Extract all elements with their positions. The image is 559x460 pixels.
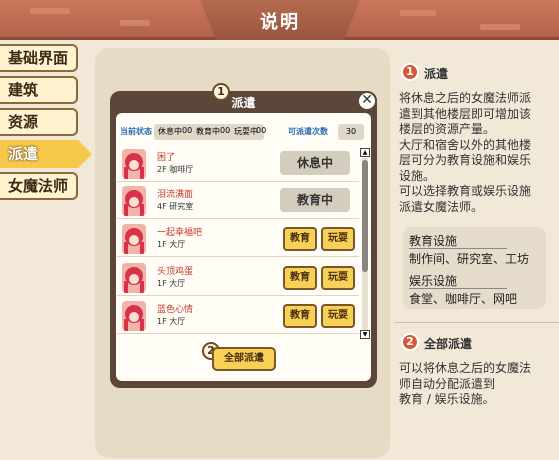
status-educating-count: 00 bbox=[220, 126, 231, 135]
list-item: 泪流满面 4F 研究室 教育中 bbox=[117, 183, 359, 219]
status-resting-button[interactable]: 休息中 bbox=[280, 151, 350, 175]
callout-badge-1: 1 bbox=[212, 83, 230, 101]
room-label: 大厅 bbox=[169, 317, 186, 326]
status-resting-label: 休息中 bbox=[158, 127, 182, 136]
floor-label: 1F bbox=[157, 279, 167, 288]
scroll-down-icon[interactable]: ▼ bbox=[360, 330, 370, 339]
sorceress-name: 一起幸福吧 bbox=[157, 228, 203, 238]
sidebar-item-building[interactable]: 建筑 bbox=[0, 76, 78, 104]
avatar bbox=[122, 263, 146, 293]
header-bar: 说明 bbox=[0, 0, 559, 40]
text-line: 楼层的资源产量。 bbox=[399, 122, 496, 136]
current-status-label: 当前状态 bbox=[120, 127, 152, 136]
avatar bbox=[122, 186, 146, 216]
sidebar-item-dispatch[interactable]: 派遣 bbox=[0, 140, 92, 168]
sorceress-location: 4F 研究室 bbox=[157, 201, 193, 212]
floor-label: 4F bbox=[157, 202, 167, 211]
dispatch-count-label: 可派遣次数 bbox=[288, 127, 328, 136]
text-line: 大厅和宿舍以外的其他楼 bbox=[399, 137, 532, 152]
divider bbox=[409, 248, 507, 249]
status-summary: 当前状态 休息中 00 教育中 00 玩耍中 00 可派遣次数 30 bbox=[118, 124, 368, 140]
educate-button[interactable]: 教育 bbox=[283, 227, 317, 251]
section-badge-1: 1 bbox=[401, 63, 419, 81]
text-line: 教育 / 娱乐设施。 bbox=[399, 392, 495, 406]
avatar bbox=[122, 301, 146, 331]
entertainment-facility-list: 食堂、咖啡厅、网吧 bbox=[409, 292, 518, 306]
sorceress-location: 1F 大厅 bbox=[157, 239, 185, 250]
list-item: 一起幸福吧 1F 大厅 教育 玩耍 bbox=[117, 221, 359, 257]
section-title-deploy-all: 全部派遣 bbox=[424, 337, 473, 351]
close-icon[interactable]: ✕ bbox=[357, 91, 377, 111]
floor-label: 2F bbox=[157, 165, 167, 174]
room-label: 大厅 bbox=[169, 279, 186, 288]
sorceress-location: 2F 咖啡厅 bbox=[157, 164, 193, 175]
room-label: 研究室 bbox=[169, 202, 194, 211]
status-educating-button[interactable]: 教育中 bbox=[280, 188, 350, 212]
status-resting-count: 00 bbox=[182, 126, 193, 135]
sidebar: 基础界面 建筑 资源 派遣 女魔法师 bbox=[0, 40, 92, 460]
text-line: 将休息之后的女魔法师派 bbox=[399, 91, 532, 105]
page-title: 说明 bbox=[260, 12, 300, 33]
facility-info-box: 教育设施 制作间、研究室、工坊 娱乐设施 食堂、咖啡厅、网吧 bbox=[403, 227, 546, 309]
sidebar-item-resources[interactable]: 资源 bbox=[0, 108, 78, 136]
text-line: 师自动分配派遣到 bbox=[399, 376, 496, 391]
text-line: 派遣女魔法师。 bbox=[399, 199, 484, 214]
sorceress-list: 困了 2F 咖啡厅 休息中 泪流满面 4F 研究室 教育中 一起幸福吧 1F 大… bbox=[117, 143, 359, 338]
education-facility-list: 制作间、研究室、工坊 bbox=[409, 252, 530, 266]
list-item: 蓝色心情 1F 大厅 教育 玩耍 bbox=[117, 298, 359, 334]
scroll-up-icon[interactable]: ▲ bbox=[360, 148, 370, 157]
avatar bbox=[122, 224, 146, 254]
status-playing-count: 00 bbox=[256, 126, 267, 135]
sorceress-name: 困了 bbox=[157, 153, 176, 163]
brick-decoration bbox=[120, 20, 150, 26]
education-facility-title: 教育设施 bbox=[409, 234, 458, 248]
list-item: 头顶鸡蛋 1F 大厅 教育 玩耍 bbox=[117, 260, 359, 296]
status-playing-label: 玩耍中 bbox=[234, 127, 258, 136]
section-badge-2: 2 bbox=[401, 333, 419, 351]
status-educating-label: 教育中 bbox=[196, 127, 220, 136]
sorceress-name: 头顶鸡蛋 bbox=[157, 267, 194, 277]
deploy-all-button[interactable]: 全部派遣 bbox=[212, 347, 276, 371]
sorceress-name: 蓝色心情 bbox=[157, 305, 194, 315]
scroll-thumb[interactable] bbox=[362, 160, 368, 272]
room-label: 咖啡厅 bbox=[169, 165, 194, 174]
text-line: 遣到其他楼层即可增加该 bbox=[399, 106, 532, 121]
section-divider bbox=[395, 322, 559, 323]
brick-decoration bbox=[400, 10, 436, 16]
play-button[interactable]: 玩耍 bbox=[321, 227, 355, 251]
educate-button[interactable]: 教育 bbox=[283, 304, 317, 328]
divider bbox=[409, 288, 507, 289]
sorceress-location: 1F 大厅 bbox=[157, 316, 185, 327]
play-button[interactable]: 玩耍 bbox=[321, 266, 355, 290]
floor-label: 1F bbox=[157, 240, 167, 249]
section-title-dispatch: 派遣 bbox=[424, 67, 449, 81]
text-line: 可以将休息之后的女魔法 bbox=[399, 361, 532, 375]
sidebar-item-basic-ui[interactable]: 基础界面 bbox=[0, 44, 78, 72]
entertainment-facility-title: 娱乐设施 bbox=[409, 274, 458, 288]
sidebar-item-sorceress[interactable]: 女魔法师 bbox=[0, 172, 78, 200]
text-line: 层可分为教育设施和娱乐 bbox=[399, 153, 532, 167]
brick-decoration bbox=[480, 24, 520, 30]
list-item: 困了 2F 咖啡厅 休息中 bbox=[117, 146, 359, 182]
floor-label: 1F bbox=[157, 317, 167, 326]
dispatch-count: 30 bbox=[338, 124, 364, 140]
brick-decoration bbox=[30, 8, 70, 14]
deploy-all-description: 可以将休息之后的女魔法 师自动分配派遣到 教育 / 娱乐设施。 bbox=[399, 361, 531, 408]
avatar bbox=[122, 149, 146, 179]
sorceress-name: 泪流满面 bbox=[157, 190, 194, 200]
sorceress-location: 1F 大厅 bbox=[157, 278, 185, 289]
list-scrollbar[interactable]: ▲ ▼ bbox=[360, 148, 370, 340]
text-line: 可以选择教育或娱乐设施 bbox=[399, 184, 532, 198]
text-line: 设施。 bbox=[399, 168, 436, 183]
play-button[interactable]: 玩耍 bbox=[321, 304, 355, 328]
educate-button[interactable]: 教育 bbox=[283, 266, 317, 290]
dialog-title: 派遣 bbox=[231, 96, 256, 110]
room-label: 大厅 bbox=[169, 240, 186, 249]
dispatch-description: 将休息之后的女魔法师派 遣到其他楼层即可增加该 楼层的资源产量。 大厅和宿舍以外… bbox=[399, 91, 531, 215]
